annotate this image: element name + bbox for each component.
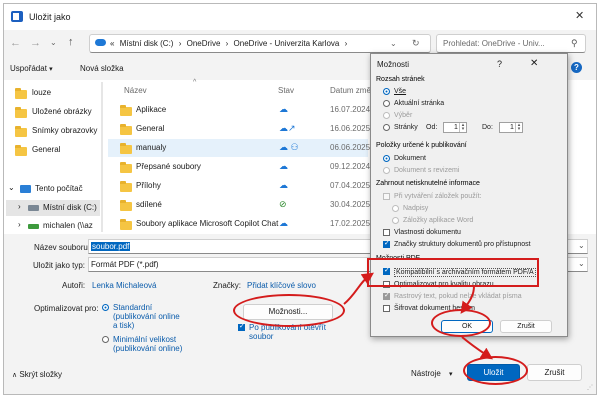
annotation-arrows bbox=[343, 272, 493, 360]
annotation-arrow-to-ok bbox=[460, 285, 475, 314]
annotation-arrow-to-save bbox=[461, 336, 493, 360]
annotation-arrow-to-pdfa bbox=[343, 272, 374, 305]
save-as-window: Uložit jako ✕ ← → ⌄ ↑ « Místní disk (C:)… bbox=[3, 3, 597, 395]
